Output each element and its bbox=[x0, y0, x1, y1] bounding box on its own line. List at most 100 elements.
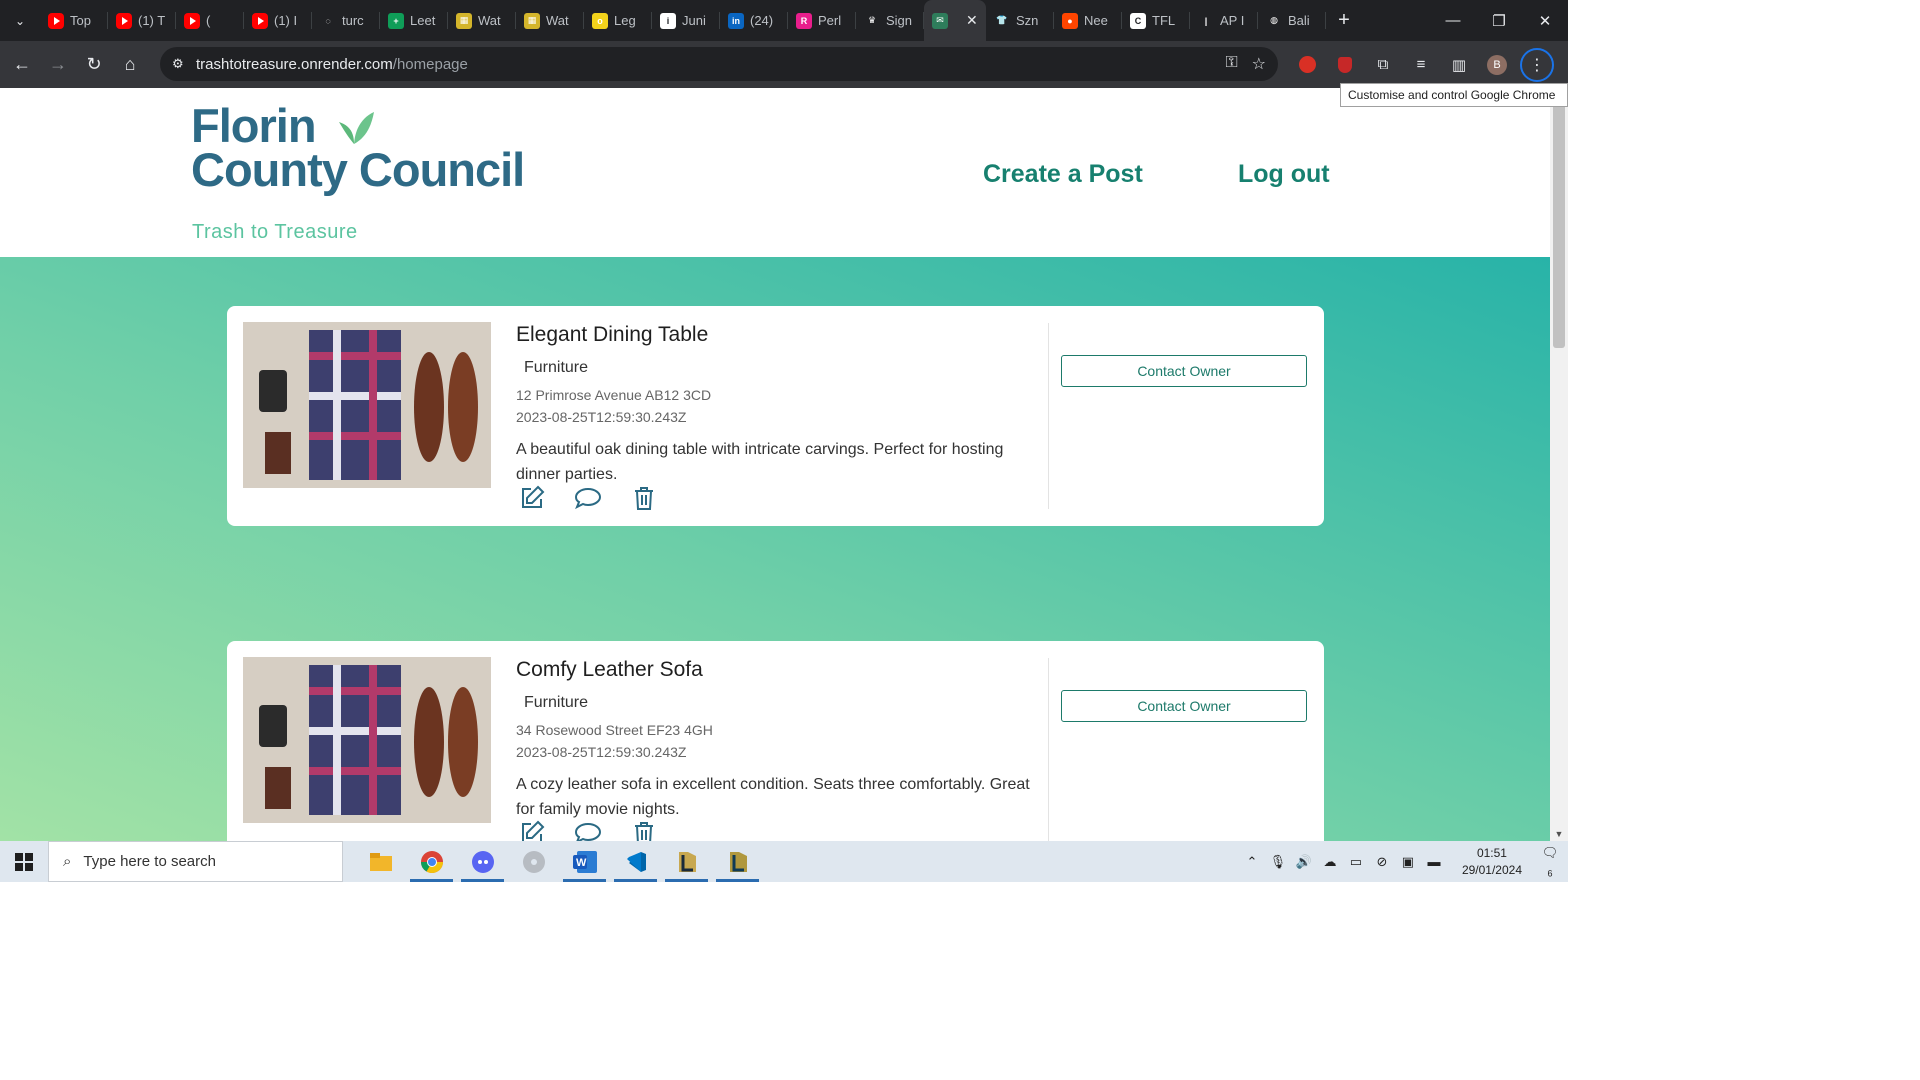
tab-c[interactable]: C TFL bbox=[1122, 0, 1190, 41]
chrome-menu-button[interactable]: ⋮ bbox=[1520, 47, 1554, 82]
tab-youtube[interactable]: (1) I bbox=[244, 0, 312, 41]
display-icon[interactable]: ▭ bbox=[1346, 854, 1366, 870]
discord-icon[interactable] bbox=[457, 841, 508, 882]
profile-button[interactable]: B bbox=[1482, 50, 1512, 80]
tab-shirt[interactable]: 👕 Szn bbox=[986, 0, 1054, 41]
search-placeholder: Type here to search bbox=[83, 853, 216, 870]
post-date: 2023-08-25T12:59:30.243Z bbox=[516, 744, 687, 760]
start-button[interactable] bbox=[0, 841, 48, 882]
tab-label: AP I bbox=[1220, 13, 1245, 28]
address-bar[interactable]: ⚙ trashtotreasure.onrender.com/homepage … bbox=[160, 47, 1278, 81]
avatar: B bbox=[1487, 54, 1507, 75]
window-controls: — ❐ ✕ bbox=[1430, 0, 1568, 41]
tab-globe[interactable]: ◍ Bali bbox=[1258, 0, 1326, 41]
media-disc-icon[interactable] bbox=[508, 841, 559, 882]
extension-red-icon[interactable] bbox=[1292, 50, 1322, 80]
security-icon[interactable]: ▣ bbox=[1398, 854, 1418, 870]
league-client-icon[interactable] bbox=[661, 841, 712, 882]
minimize-button[interactable]: — bbox=[1430, 0, 1476, 41]
tab-label: Perl bbox=[818, 13, 842, 28]
create-post-link[interactable]: Create a Post bbox=[983, 160, 1143, 189]
delete-trash-icon[interactable] bbox=[627, 484, 661, 512]
contact-owner-button[interactable]: Contact Owner bbox=[1061, 355, 1307, 387]
microphone-icon[interactable]: 🎙 bbox=[1268, 854, 1288, 870]
chrome-icon[interactable] bbox=[406, 841, 457, 882]
volume-icon[interactable]: 🔊 bbox=[1294, 854, 1314, 870]
reload-button[interactable]: ↻ bbox=[76, 47, 112, 83]
post-actions bbox=[515, 484, 661, 512]
notifications-icon[interactable]: 🗨6 bbox=[1540, 845, 1560, 879]
edit-icon[interactable] bbox=[515, 819, 549, 841]
close-tab-icon[interactable]: ✕ bbox=[966, 12, 978, 29]
tab-youtube[interactable]: Top bbox=[40, 0, 108, 41]
tab-reddit[interactable]: ● Nee bbox=[1054, 0, 1122, 41]
search-icon: ⌕ bbox=[63, 853, 72, 870]
edit-icon[interactable] bbox=[515, 484, 549, 512]
file-explorer-icon[interactable] bbox=[355, 841, 406, 882]
tab-linkedin[interactable]: in (24) bbox=[720, 0, 788, 41]
ublock-shield-icon[interactable] bbox=[1330, 50, 1360, 80]
vscode-icon[interactable] bbox=[610, 841, 661, 882]
tab-bar[interactable]: | AP I bbox=[1190, 0, 1258, 41]
tab-r[interactable]: R Perl bbox=[788, 0, 856, 41]
tab-crown[interactable]: ♛ Sign bbox=[856, 0, 924, 41]
tab-trash-to-treasure[interactable]: ✉ ✕ bbox=[924, 0, 986, 41]
delete-trash-icon[interactable] bbox=[627, 819, 661, 841]
tab-otta[interactable]: o Leg bbox=[584, 0, 652, 41]
onedrive-cloud-icon[interactable]: ☁ bbox=[1320, 854, 1340, 870]
word-icon[interactable]: W bbox=[559, 841, 610, 882]
post-image bbox=[243, 322, 491, 488]
card-divider bbox=[1048, 658, 1049, 841]
post-title[interactable]: Comfy Leather Sofa bbox=[516, 658, 703, 682]
clock[interactable]: 01:51 29/01/2024 bbox=[1462, 845, 1522, 879]
post-title[interactable]: Elegant Dining Table bbox=[516, 323, 708, 347]
reddit-favicon-icon: ● bbox=[1062, 12, 1078, 29]
logout-link[interactable]: Log out bbox=[1238, 160, 1330, 189]
scroll-down-arrow-icon[interactable]: ▼ bbox=[1550, 829, 1568, 839]
tab-youtube[interactable]: (1) T bbox=[108, 0, 176, 41]
close-window-button[interactable]: ✕ bbox=[1522, 0, 1568, 41]
tab-loading[interactable]: ◌ turc bbox=[312, 0, 380, 41]
comment-icon[interactable] bbox=[571, 819, 605, 841]
network-error-icon[interactable]: ⊘ bbox=[1372, 854, 1392, 870]
youtube-audio-favicon-icon bbox=[184, 12, 200, 29]
council-logo[interactable]: Florin County Council bbox=[191, 102, 525, 193]
show-hidden-icons-chevron-icon[interactable]: ⌃ bbox=[1242, 854, 1262, 870]
side-panel-icon[interactable]: ▥ bbox=[1444, 50, 1474, 80]
scrollbar-thumb[interactable] bbox=[1553, 102, 1565, 348]
loading-favicon-icon: ◌ bbox=[325, 15, 331, 26]
contact-owner-button[interactable]: Contact Owner bbox=[1061, 690, 1307, 722]
page-scrollbar[interactable]: ▲ ▼ bbox=[1550, 88, 1568, 841]
media-control-icon[interactable]: ≡ bbox=[1406, 50, 1436, 80]
forward-button[interactable]: → bbox=[40, 47, 76, 83]
password-key-icon[interactable]: ⚿ bbox=[1225, 54, 1237, 74]
taskbar-search[interactable]: ⌕ Type here to search bbox=[48, 841, 343, 882]
c-favicon-icon: C bbox=[1130, 12, 1146, 29]
comment-icon[interactable] bbox=[571, 484, 605, 512]
globe-favicon-icon: ◍ bbox=[1270, 15, 1278, 25]
windows-logo-icon bbox=[15, 852, 33, 871]
clock-time: 01:51 bbox=[1476, 845, 1507, 860]
tab-grid[interactable]: ▦ Wat bbox=[448, 0, 516, 41]
site-info-icon[interactable]: ⚙ bbox=[172, 56, 196, 72]
tab-info[interactable]: i Juni bbox=[652, 0, 720, 41]
shirt-favicon-icon: 👕 bbox=[996, 15, 1008, 25]
youtube-favicon-icon bbox=[48, 12, 64, 29]
tab-plus[interactable]: + Leet bbox=[380, 0, 448, 41]
tab-label: turc bbox=[342, 13, 364, 28]
bookmark-star-icon[interactable]: ☆ bbox=[1252, 54, 1266, 74]
home-button[interactable]: ⌂ bbox=[112, 47, 148, 83]
battery-icon[interactable]: ▬ bbox=[1424, 854, 1444, 869]
tab-grid[interactable]: ▦ Wat bbox=[516, 0, 584, 41]
r-favicon-icon: R bbox=[796, 12, 812, 29]
url-text[interactable]: trashtotreasure.onrender.com/homepage bbox=[196, 56, 468, 73]
tab-youtube-audio[interactable]: ( bbox=[176, 0, 244, 41]
league-game-icon[interactable] bbox=[712, 841, 763, 882]
new-tab-button[interactable]: + bbox=[1326, 9, 1362, 32]
extensions-puzzle-icon[interactable]: ⧉ bbox=[1368, 50, 1398, 80]
trash-to-treasure-favicon-icon: ✉ bbox=[932, 12, 948, 29]
restore-button[interactable]: ❐ bbox=[1476, 0, 1522, 41]
tab-label: (1) I bbox=[274, 13, 298, 28]
back-button[interactable]: ← bbox=[4, 47, 40, 83]
tab-search-button[interactable]: ⌄ bbox=[0, 0, 40, 41]
